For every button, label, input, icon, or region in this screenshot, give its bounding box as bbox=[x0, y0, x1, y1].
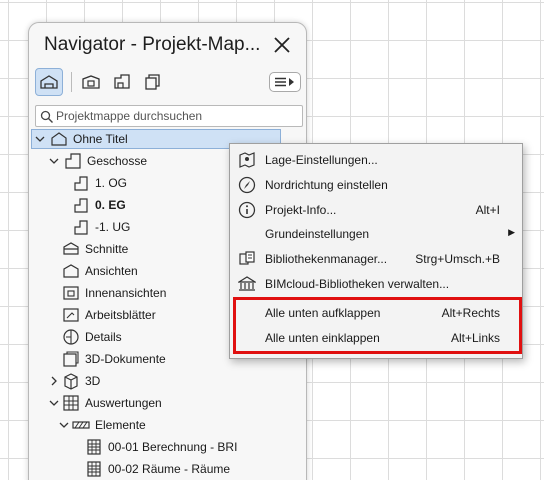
chevron-down-icon[interactable] bbox=[59, 420, 69, 430]
tree-label: Geschosse bbox=[87, 154, 148, 168]
menu-item-shortcut: Strg+Umsch.+B bbox=[415, 252, 500, 266]
story-icon bbox=[74, 176, 88, 191]
search-icon bbox=[40, 110, 53, 123]
info-icon bbox=[238, 201, 256, 219]
menu-item-bibliothekenmanager[interactable]: Bibliothekenmanager... Strg+Umsch.+B bbox=[230, 247, 522, 271]
tree-label: Ansichten bbox=[85, 264, 138, 278]
tree-label: 00-01 Berechnung - BRI bbox=[108, 440, 238, 454]
tree-label: Auswertungen bbox=[85, 396, 162, 410]
menu-item-projekt-info[interactable]: Projekt-Info... Alt+I bbox=[230, 198, 522, 222]
project-map-tab[interactable] bbox=[35, 68, 63, 96]
menu-item-bimcloud-bibliotheken[interactable]: BIMcloud-Bibliotheken verwalten... bbox=[230, 272, 522, 296]
tree-label: Details bbox=[85, 330, 122, 344]
tree-item-story-1og[interactable]: 1. OG bbox=[72, 173, 127, 193]
navigator-title: Navigator - Projekt-Map... bbox=[44, 34, 261, 55]
tree-label: Arbeitsblätter bbox=[85, 308, 156, 322]
tree-label: Elemente bbox=[95, 418, 146, 432]
view-map-tab[interactable] bbox=[77, 68, 105, 96]
menu-item-nordrichtung[interactable]: Nordrichtung einstellen bbox=[230, 173, 522, 197]
tree-item-story-0eg[interactable]: 0. EG bbox=[72, 195, 126, 215]
bimcloud-library-icon bbox=[238, 276, 256, 291]
tree-item-innenansichten[interactable]: Innenansichten bbox=[62, 283, 166, 303]
search-input[interactable] bbox=[56, 107, 296, 125]
menu-item-label: Projekt-Info... bbox=[265, 203, 337, 217]
tree-label: 1. OG bbox=[95, 176, 128, 190]
worksheet-icon bbox=[63, 308, 79, 322]
tree-label: 3D bbox=[85, 374, 101, 388]
tree-item-elemente[interactable]: Elemente bbox=[59, 415, 146, 435]
tree-item-arbeitsblaetter[interactable]: Arbeitsblätter bbox=[62, 305, 156, 325]
stories-icon bbox=[65, 153, 81, 169]
tree-label: 3D-Dokumente bbox=[85, 352, 166, 366]
detail-icon bbox=[63, 329, 79, 345]
toolbar-divider bbox=[71, 72, 72, 92]
menu-item-label: Grundeinstellungen bbox=[265, 227, 370, 241]
highlight-box bbox=[233, 297, 522, 354]
menu-item-lage-einstellungen[interactable]: Lage-Einstellungen... bbox=[230, 148, 522, 172]
chevron-right-icon bbox=[289, 78, 294, 86]
project-map-search[interactable] bbox=[35, 105, 303, 127]
tree-label: Ohne Titel bbox=[73, 132, 128, 146]
compass-icon bbox=[238, 176, 256, 194]
publisher-sets-icon bbox=[145, 74, 160, 90]
menu-item-shortcut: Alt+I bbox=[475, 203, 500, 217]
3d-document-icon bbox=[63, 351, 79, 367]
schedule-table-icon bbox=[87, 461, 101, 477]
menu-item-label: BIMcloud-Bibliotheken verwalten... bbox=[265, 277, 450, 291]
location-settings-icon bbox=[239, 152, 255, 168]
schedule-icon bbox=[63, 395, 79, 411]
tree-label: 0. EG bbox=[95, 198, 126, 212]
project-map-icon bbox=[40, 75, 58, 89]
chevron-down-icon[interactable] bbox=[35, 134, 45, 144]
interior-elevation-icon bbox=[63, 286, 79, 300]
layout-book-icon bbox=[114, 74, 130, 89]
tree-item-geschosse[interactable]: Geschosse bbox=[49, 151, 147, 171]
tree-label: Schnitte bbox=[85, 242, 129, 256]
element-schedule-icon bbox=[72, 421, 90, 429]
tree-item-schedule-bri[interactable]: 00-01 Berechnung - BRI bbox=[85, 437, 237, 457]
menu-item-label: Bibliothekenmanager... bbox=[265, 252, 388, 266]
tree-item-3d[interactable]: 3D bbox=[49, 371, 100, 391]
menu-item-label: Nordrichtung einstellen bbox=[265, 178, 388, 192]
tree-label: -1. UG bbox=[95, 220, 131, 234]
tree-item-auswertungen[interactable]: Auswertungen bbox=[49, 393, 162, 413]
menu-lines-icon bbox=[275, 77, 286, 87]
layout-book-tab[interactable] bbox=[108, 68, 136, 96]
menu-item-label: Lage-Einstellungen... bbox=[265, 153, 378, 167]
navigator-options-button[interactable] bbox=[269, 72, 301, 92]
tree-label: 00-02 Räume - Räume bbox=[108, 462, 231, 476]
tree-item-details[interactable]: Details bbox=[62, 327, 122, 347]
story-icon bbox=[74, 198, 88, 213]
library-manager-icon bbox=[239, 251, 255, 265]
3d-box-icon bbox=[64, 373, 78, 390]
tree-item-3d-dokumente[interactable]: 3D-Dokumente bbox=[62, 349, 166, 369]
navigator-toolbar bbox=[35, 68, 305, 98]
tree-item-story-1ug[interactable]: -1. UG bbox=[72, 217, 130, 237]
chevron-down-icon[interactable] bbox=[49, 156, 59, 166]
menu-item-grundeinstellungen[interactable]: Grundeinstellungen ▶ bbox=[230, 222, 522, 246]
story-icon bbox=[74, 220, 88, 235]
view-map-icon bbox=[82, 75, 100, 89]
elevation-icon bbox=[63, 264, 79, 278]
tree-item-schnitte[interactable]: Schnitte bbox=[62, 239, 128, 259]
section-icon bbox=[63, 242, 79, 255]
tree-item-schedule-raeume[interactable]: 00-02 Räume - Räume bbox=[85, 459, 230, 479]
publisher-sets-tab[interactable] bbox=[139, 68, 167, 96]
project-icon bbox=[51, 132, 67, 146]
tree-label: Innenansichten bbox=[85, 286, 167, 300]
chevron-right-icon[interactable] bbox=[49, 376, 59, 386]
submenu-arrow-icon: ▶ bbox=[508, 227, 515, 237]
tree-item-ansichten[interactable]: Ansichten bbox=[62, 261, 138, 281]
schedule-table-icon bbox=[87, 439, 101, 455]
chevron-down-icon[interactable] bbox=[49, 398, 59, 408]
close-icon[interactable] bbox=[272, 35, 292, 55]
